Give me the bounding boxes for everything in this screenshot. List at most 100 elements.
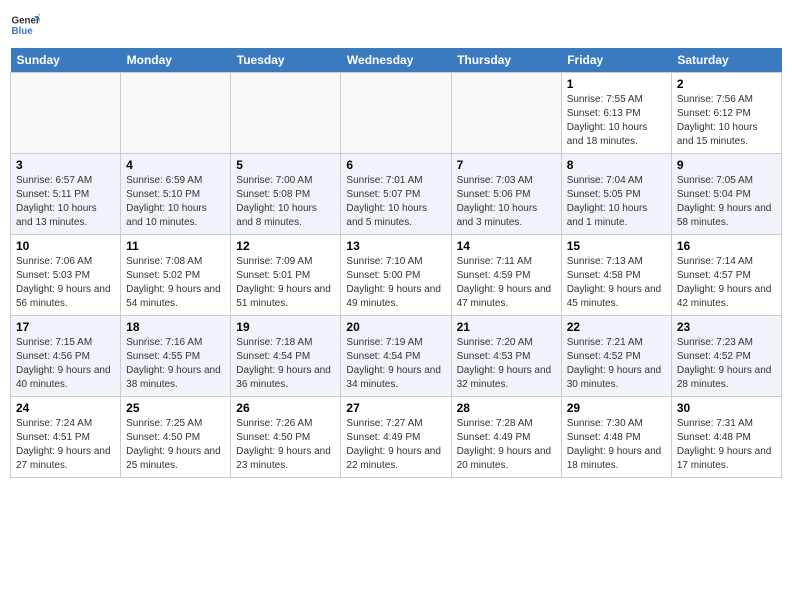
- day-info: Sunrise: 7:31 AM Sunset: 4:48 PM Dayligh…: [677, 417, 776, 473]
- day-info: Sunrise: 7:20 AM Sunset: 4:53 PM Dayligh…: [457, 336, 556, 392]
- calendar-cell: 6 Sunrise: 7:01 AM Sunset: 5:07 PM Daylig…: [341, 154, 451, 235]
- calendar-cell: 17 Sunrise: 7:15 AM Sunset: 4:56 PM Dayli…: [11, 316, 121, 397]
- calendar-cell: 14 Sunrise: 7:11 AM Sunset: 4:59 PM Dayli…: [451, 235, 561, 316]
- day-number: 23: [677, 320, 776, 334]
- calendar-cell: 22 Sunrise: 7:21 AM Sunset: 4:52 PM Dayli…: [561, 316, 671, 397]
- day-info: Sunrise: 7:00 AM Sunset: 5:08 PM Dayligh…: [236, 174, 335, 230]
- day-number: 13: [346, 239, 445, 253]
- day-number: 30: [677, 401, 776, 415]
- day-number: 24: [16, 401, 115, 415]
- calendar-cell: 28 Sunrise: 7:28 AM Sunset: 4:49 PM Dayli…: [451, 397, 561, 478]
- calendar-cell: 3 Sunrise: 6:57 AM Sunset: 5:11 PM Daylig…: [11, 154, 121, 235]
- day-info: Sunrise: 6:57 AM Sunset: 5:11 PM Dayligh…: [16, 174, 115, 230]
- day-number: 2: [677, 77, 776, 91]
- calendar-cell: 19 Sunrise: 7:18 AM Sunset: 4:54 PM Dayli…: [231, 316, 341, 397]
- calendar-cell: 10 Sunrise: 7:06 AM Sunset: 5:03 PM Dayli…: [11, 235, 121, 316]
- day-number: 21: [457, 320, 556, 334]
- calendar-cell: 20 Sunrise: 7:19 AM Sunset: 4:54 PM Dayli…: [341, 316, 451, 397]
- day-info: Sunrise: 7:09 AM Sunset: 5:01 PM Dayligh…: [236, 255, 335, 311]
- day-info: Sunrise: 7:25 AM Sunset: 4:50 PM Dayligh…: [126, 417, 225, 473]
- day-number: 5: [236, 158, 335, 172]
- calendar-cell: 9 Sunrise: 7:05 AM Sunset: 5:04 PM Daylig…: [671, 154, 781, 235]
- day-number: 14: [457, 239, 556, 253]
- day-number: 9: [677, 158, 776, 172]
- weekday-header: Friday: [561, 48, 671, 73]
- day-info: Sunrise: 7:19 AM Sunset: 4:54 PM Dayligh…: [346, 336, 445, 392]
- day-info: Sunrise: 7:24 AM Sunset: 4:51 PM Dayligh…: [16, 417, 115, 473]
- day-number: 6: [346, 158, 445, 172]
- calendar-cell: 18 Sunrise: 7:16 AM Sunset: 4:55 PM Dayli…: [121, 316, 231, 397]
- day-number: 28: [457, 401, 556, 415]
- day-number: 26: [236, 401, 335, 415]
- svg-text:Blue: Blue: [12, 26, 34, 37]
- calendar-cell: 13 Sunrise: 7:10 AM Sunset: 5:00 PM Dayli…: [341, 235, 451, 316]
- day-number: 27: [346, 401, 445, 415]
- calendar-cell: 26Sunrise: 7:26 AM Sunset: 4:50 PM Dayli…: [231, 397, 341, 478]
- weekday-header: Thursday: [451, 48, 561, 73]
- calendar-cell: [11, 73, 121, 154]
- day-info: Sunrise: 7:05 AM Sunset: 5:04 PM Dayligh…: [677, 174, 776, 230]
- day-info: Sunrise: 7:28 AM Sunset: 4:49 PM Dayligh…: [457, 417, 556, 473]
- calendar-cell: 15 Sunrise: 7:13 AM Sunset: 4:58 PM Dayli…: [561, 235, 671, 316]
- calendar-cell: 5 Sunrise: 7:00 AM Sunset: 5:08 PM Daylig…: [231, 154, 341, 235]
- day-number: 16: [677, 239, 776, 253]
- day-info: Sunrise: 7:23 AM Sunset: 4:52 PM Dayligh…: [677, 336, 776, 392]
- calendar-cell: 25 Sunrise: 7:25 AM Sunset: 4:50 PM Dayli…: [121, 397, 231, 478]
- day-info: Sunrise: 7:10 AM Sunset: 5:00 PM Dayligh…: [346, 255, 445, 311]
- calendar-cell: 12Sunrise: 7:09 AM Sunset: 5:01 PM Dayli…: [231, 235, 341, 316]
- day-number: 25: [126, 401, 225, 415]
- day-info: Sunrise: 7:55 AM Sunset: 6:13 PM Dayligh…: [567, 93, 666, 149]
- calendar-cell: [451, 73, 561, 154]
- day-info: Sunrise: 7:08 AM Sunset: 5:02 PM Dayligh…: [126, 255, 225, 311]
- weekday-header: Wednesday: [341, 48, 451, 73]
- day-info: Sunrise: 7:27 AM Sunset: 4:49 PM Dayligh…: [346, 417, 445, 473]
- day-number: 10: [16, 239, 115, 253]
- calendar-cell: 30 Sunrise: 7:31 AM Sunset: 4:48 PM Dayli…: [671, 397, 781, 478]
- day-number: 29: [567, 401, 666, 415]
- day-number: 22: [567, 320, 666, 334]
- day-number: 3: [16, 158, 115, 172]
- calendar-cell: 16 Sunrise: 7:14 AM Sunset: 4:57 PM Dayli…: [671, 235, 781, 316]
- day-number: 17: [16, 320, 115, 334]
- day-number: 18: [126, 320, 225, 334]
- day-info: Sunrise: 7:15 AM Sunset: 4:56 PM Dayligh…: [16, 336, 115, 392]
- day-info: Sunrise: 7:18 AM Sunset: 4:54 PM Dayligh…: [236, 336, 335, 392]
- day-info: Sunrise: 7:13 AM Sunset: 4:58 PM Dayligh…: [567, 255, 666, 311]
- day-info: Sunrise: 7:56 AM Sunset: 6:12 PM Dayligh…: [677, 93, 776, 149]
- calendar-cell: 1 Sunrise: 7:55 AM Sunset: 6:13 PM Daylig…: [561, 73, 671, 154]
- day-number: 15: [567, 239, 666, 253]
- day-number: 7: [457, 158, 556, 172]
- weekday-header: Saturday: [671, 48, 781, 73]
- day-number: 19: [236, 320, 335, 334]
- day-info: Sunrise: 7:01 AM Sunset: 5:07 PM Dayligh…: [346, 174, 445, 230]
- calendar-cell: 11 Sunrise: 7:08 AM Sunset: 5:02 PM Dayli…: [121, 235, 231, 316]
- day-info: Sunrise: 7:30 AM Sunset: 4:48 PM Dayligh…: [567, 417, 666, 473]
- day-number: 11: [126, 239, 225, 253]
- calendar-cell: 24 Sunrise: 7:24 AM Sunset: 4:51 PM Dayli…: [11, 397, 121, 478]
- day-info: Sunrise: 7:04 AM Sunset: 5:05 PM Dayligh…: [567, 174, 666, 230]
- day-number: 4: [126, 158, 225, 172]
- calendar-cell: [341, 73, 451, 154]
- day-info: Sunrise: 6:59 AM Sunset: 5:10 PM Dayligh…: [126, 174, 225, 230]
- day-number: 20: [346, 320, 445, 334]
- day-number: 1: [567, 77, 666, 91]
- logo-icon: General Blue: [10, 10, 40, 40]
- calendar-table: SundayMondayTuesdayWednesdayThursdayFrid…: [10, 48, 782, 478]
- calendar-cell: 7 Sunrise: 7:03 AM Sunset: 5:06 PM Daylig…: [451, 154, 561, 235]
- calendar-cell: 21 Sunrise: 7:20 AM Sunset: 4:53 PM Dayli…: [451, 316, 561, 397]
- weekday-header: Tuesday: [231, 48, 341, 73]
- day-info: Sunrise: 7:03 AM Sunset: 5:06 PM Dayligh…: [457, 174, 556, 230]
- calendar-cell: [231, 73, 341, 154]
- weekday-header: Sunday: [11, 48, 121, 73]
- calendar-cell: [121, 73, 231, 154]
- day-info: Sunrise: 7:06 AM Sunset: 5:03 PM Dayligh…: [16, 255, 115, 311]
- calendar-cell: 27 Sunrise: 7:27 AM Sunset: 4:49 PM Dayli…: [341, 397, 451, 478]
- calendar-cell: 8 Sunrise: 7:04 AM Sunset: 5:05 PM Daylig…: [561, 154, 671, 235]
- day-info: Sunrise: 7:14 AM Sunset: 4:57 PM Dayligh…: [677, 255, 776, 311]
- calendar-cell: 4 Sunrise: 6:59 AM Sunset: 5:10 PM Daylig…: [121, 154, 231, 235]
- day-info: Sunrise: 7:11 AM Sunset: 4:59 PM Dayligh…: [457, 255, 556, 311]
- day-number: 8: [567, 158, 666, 172]
- day-info: Sunrise: 7:16 AM Sunset: 4:55 PM Dayligh…: [126, 336, 225, 392]
- day-info: Sunrise: 7:21 AM Sunset: 4:52 PM Dayligh…: [567, 336, 666, 392]
- weekday-header: Monday: [121, 48, 231, 73]
